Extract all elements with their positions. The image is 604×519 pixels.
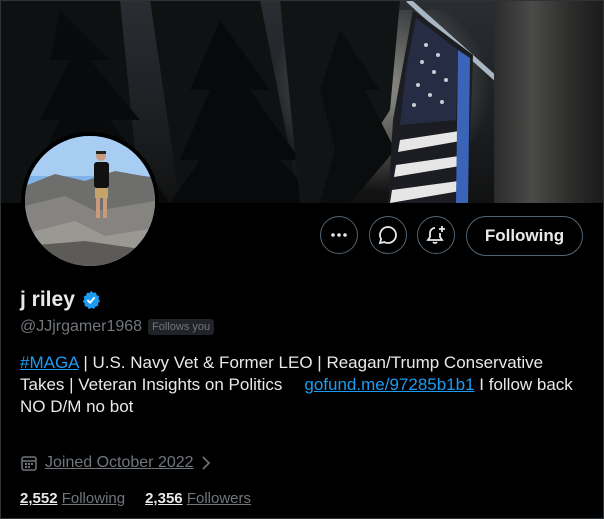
more-button[interactable] (320, 216, 358, 254)
follow-stats: 2,552 Following 2,356 Followers (20, 490, 251, 507)
calendar-icon (21, 456, 37, 471)
followers-link[interactable]: 2,356 Followers (145, 490, 251, 507)
follows-you-badge: Follows you (148, 319, 215, 335)
more-icon (331, 233, 347, 237)
bio-line2: NO D/M no bot (20, 397, 134, 416)
banner-tree-trunk (494, 0, 604, 203)
following-button[interactable]: Following (466, 216, 583, 256)
following-link[interactable]: 2,552 Following (20, 490, 125, 507)
bio-text-part2: I follow back (474, 375, 573, 394)
following-count: 2,552 (20, 490, 58, 507)
message-icon (378, 226, 397, 245)
banner-flag (388, 0, 505, 203)
handle: @JJjrgamer1968 (20, 318, 143, 335)
display-name: j riley (20, 288, 75, 311)
joined-date[interactable]: Joined October 2022 (20, 454, 211, 472)
bell-plus-icon (426, 226, 445, 244)
notify-button[interactable] (417, 216, 455, 254)
hashtag-link[interactable]: #MAGA (20, 353, 79, 372)
avatar[interactable] (21, 132, 159, 270)
followers-count: 2,356 (145, 490, 183, 507)
bio: #MAGA | U.S. Navy Vet & Former LEO | Rea… (20, 352, 580, 418)
handle-row: @JJjrgamer1968 Follows you (20, 318, 215, 336)
gofundme-link[interactable]: gofund.me/97285b1b1 (304, 375, 474, 394)
message-button[interactable] (369, 216, 407, 254)
chevron-right-icon (201, 456, 210, 470)
followers-label: Followers (186, 490, 251, 507)
display-name-row: j riley (20, 288, 101, 312)
following-label: Following (61, 490, 126, 507)
verified-badge-icon[interactable] (81, 290, 101, 310)
avatar-photo (25, 136, 155, 266)
joined-text: Joined October 2022 (45, 454, 194, 471)
